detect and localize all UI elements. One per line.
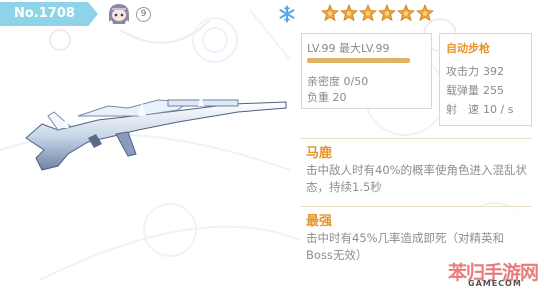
rarity-stars xyxy=(321,4,434,22)
affection-text: 亲密度 0/50 xyxy=(307,75,369,88)
attack-row: 攻击力 392 xyxy=(446,63,504,79)
weapon-type-label: 自动步枪 xyxy=(446,42,490,55)
number-badge: No.1708 xyxy=(0,2,98,26)
weight-text: 负重 20 xyxy=(307,91,347,104)
star-icon xyxy=(359,4,377,22)
exp-bar xyxy=(307,58,410,63)
rifle-image xyxy=(25,94,287,171)
count-badge: 9 xyxy=(136,7,151,22)
star-icon xyxy=(321,4,339,22)
level-panel: LV.99 最大LV.99 亲密度 0/50 负重 20 xyxy=(301,33,432,109)
chibi-avatar-icon xyxy=(109,4,129,24)
rate-value: 10 / s xyxy=(483,103,514,116)
star-icon xyxy=(397,4,415,22)
skill-panel-1: 马鹿 击中敌人时有40%的概率使角色进入混乱状态，持续1.5秒 xyxy=(300,138,532,201)
star-icon xyxy=(378,4,396,22)
weapon-stats-panel: 自动步枪 攻击力 392 载弹量 255 射 速 10 / s xyxy=(439,33,532,126)
level-text: LV.99 最大LV.99 xyxy=(307,42,390,55)
attack-value: 392 xyxy=(483,65,504,78)
snowflake-icon xyxy=(279,5,295,23)
site-watermark: 苯归手游网 GAMECOM xyxy=(448,258,540,288)
ammo-label: 载弹量 xyxy=(446,84,479,97)
ammo-row: 载弹量 255 xyxy=(446,82,504,98)
rate-row: 射 速 10 / s xyxy=(446,101,513,117)
star-icon xyxy=(340,4,358,22)
skill-1-description: 击中敌人时有40%的概率使角色进入混乱状态，持续1.5秒 xyxy=(306,163,528,194)
watermark-sub: GAMECOM xyxy=(468,279,522,288)
exp-bar-fill xyxy=(307,58,410,63)
ammo-value: 255 xyxy=(483,84,504,97)
rate-label: 射 速 xyxy=(446,103,479,116)
skill-2-name: 最强 xyxy=(306,214,333,229)
attack-label: 攻击力 xyxy=(446,65,479,78)
star-icon xyxy=(416,4,434,22)
skill-1-name: 马鹿 xyxy=(306,146,333,161)
